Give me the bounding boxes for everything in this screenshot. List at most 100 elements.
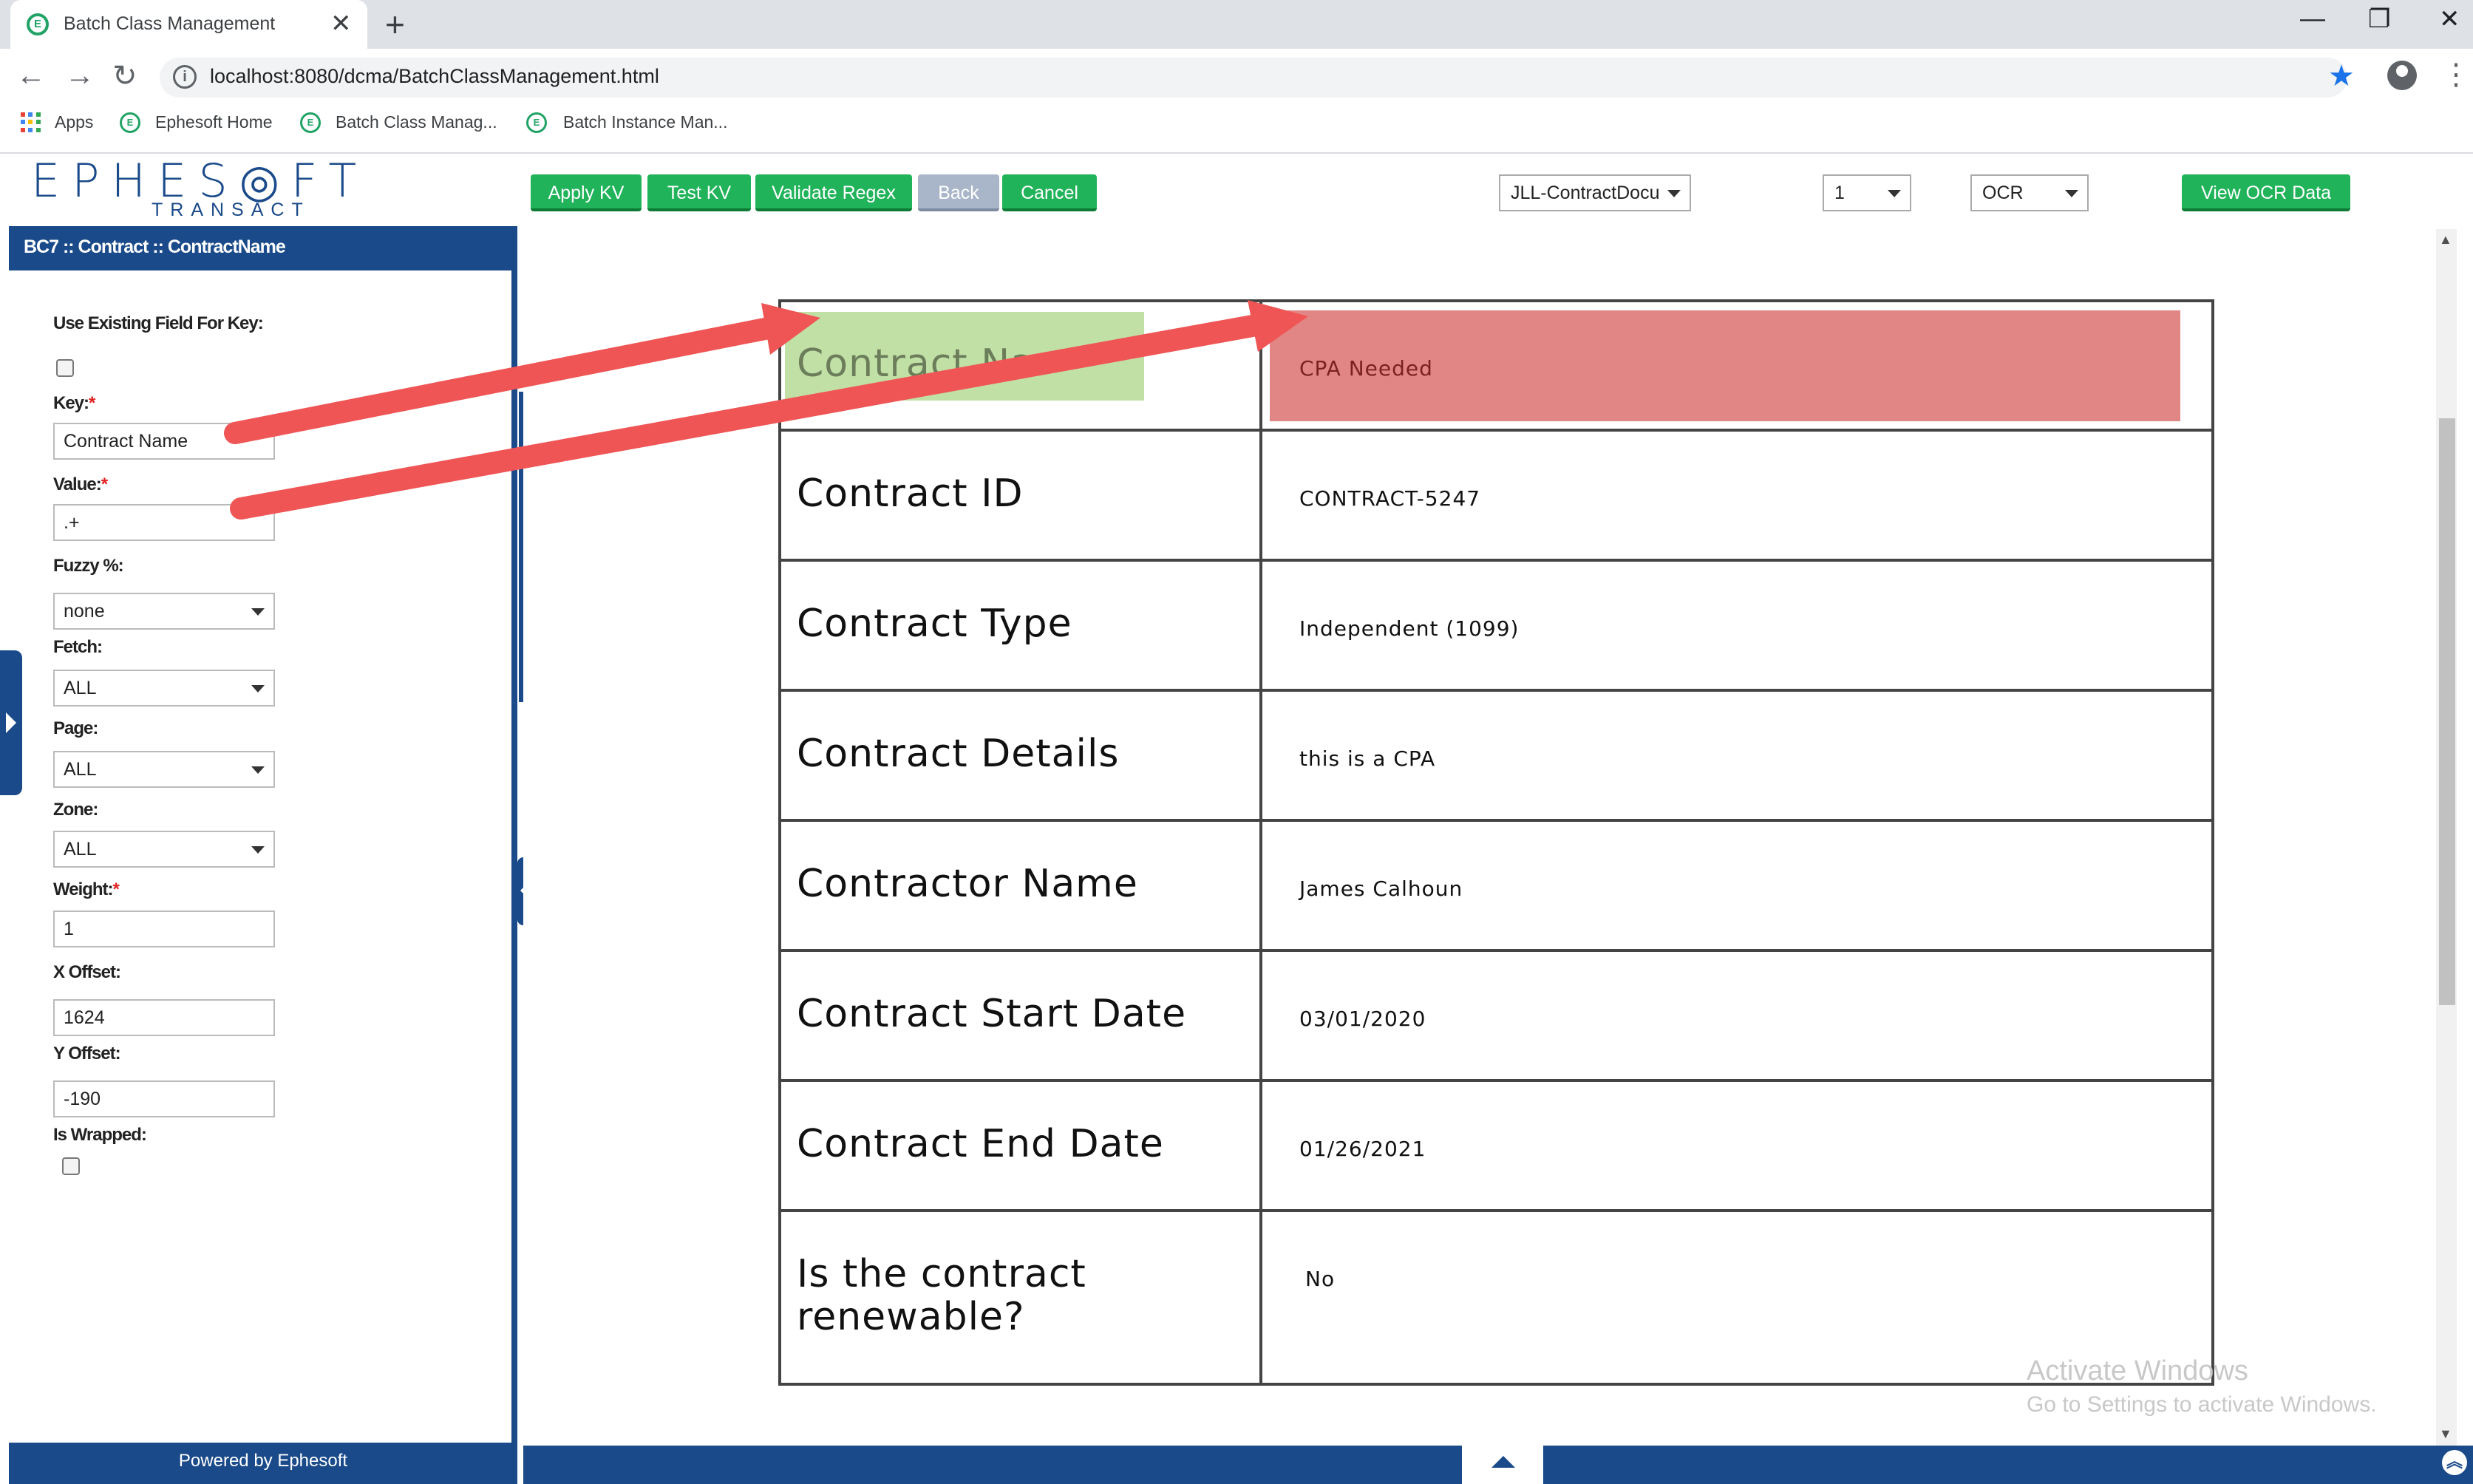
table-row-key: Contract Start Date (797, 992, 1187, 1036)
page-value: ALL (64, 759, 97, 780)
chevron-down-icon (2065, 190, 2078, 197)
apps-grid-icon[interactable] (21, 112, 41, 133)
account-icon[interactable] (2387, 61, 2417, 90)
table-row-value: No (1305, 1267, 1336, 1291)
bookmark-star-icon[interactable]: ★ (2328, 59, 2355, 93)
back-button[interactable]: Back (918, 174, 999, 211)
chevron-down-icon (251, 685, 265, 692)
page-select[interactable]: ALL (53, 751, 275, 788)
fuzzy-value: none (64, 601, 105, 622)
back-arrow-icon[interactable]: ← (16, 59, 46, 92)
yoffset-input[interactable]: -190 (53, 1080, 275, 1117)
reload-icon[interactable]: ↻ (112, 59, 137, 93)
fuzzy-label: Fuzzy %: (53, 556, 124, 576)
table-row-value: CONTRACT-5247 (1299, 486, 1481, 511)
table-row-key: Contract Details (797, 732, 1120, 776)
apply-kv-button[interactable]: Apply KV (531, 174, 642, 211)
table-row-key: Contract Na (797, 341, 1035, 386)
ephesoft-bookmark-icon: E (300, 112, 321, 133)
bookmark-batch-instance[interactable]: Batch Instance Man... (563, 112, 727, 132)
table-row-divider (778, 819, 2214, 822)
xoffset-label: X Offset: (53, 962, 121, 982)
weight-input[interactable]: 1 (53, 911, 275, 947)
minimize-button[interactable]: — (2300, 4, 2325, 33)
tab-title: Batch Class Management (64, 13, 276, 34)
scroll-down-icon[interactable]: ▼ (2439, 1426, 2452, 1442)
fetch-value: ALL (64, 678, 97, 698)
table-row-value: Independent (1099) (1299, 616, 1520, 641)
table-row-value: this is a CPA (1299, 746, 1436, 771)
cancel-button[interactable]: Cancel (1002, 174, 1097, 211)
table-row-value: James Calhoun (1299, 877, 1463, 901)
fetch-label: Fetch: (53, 637, 103, 657)
page-number-value: 1 (1834, 183, 1845, 203)
weight-label: Weight:* (53, 879, 120, 899)
table-row-value: CPA Needed (1299, 356, 1433, 381)
scroll-up-icon[interactable]: ▲ (2439, 232, 2452, 248)
restore-button[interactable]: ❐ (2368, 4, 2390, 34)
expand-left-tab[interactable] (0, 650, 22, 795)
value-input[interactable]: .+ (53, 504, 275, 541)
table-row-key: Contract ID (797, 472, 1024, 516)
ephesoft-favicon-icon: E (27, 13, 49, 35)
table-row-divider (778, 1209, 2214, 1212)
ephesoft-bookmark-icon: E (526, 112, 547, 133)
chevron-down-icon (251, 608, 265, 616)
zone-label: Zone: (53, 800, 98, 820)
url-text[interactable]: localhost:8080/dcma/BatchClassManagement… (210, 65, 659, 88)
use-existing-label: Use Existing Field For Key: (53, 313, 264, 333)
test-kv-button[interactable]: Test KV (647, 174, 751, 211)
mode-select[interactable]: OCR (1970, 174, 2089, 211)
fuzzy-select[interactable]: none (53, 593, 275, 630)
document-table (778, 299, 2214, 1386)
scrollbar-thumb[interactable] (2439, 418, 2455, 1005)
key-input[interactable]: Contract Name (53, 423, 275, 460)
bookmark-apps[interactable]: Apps (55, 112, 93, 132)
window-close-button[interactable]: ✕ (2439, 4, 2460, 34)
document-type-value: JLL-ContractDocu (1511, 183, 1660, 203)
page-number-select[interactable]: 1 (1823, 174, 1911, 211)
table-row-key: Contract End Date (797, 1122, 1164, 1166)
table-row-divider (778, 949, 2214, 952)
tab-close-icon[interactable]: ✕ (330, 9, 352, 38)
new-tab-button[interactable]: + (385, 4, 405, 44)
activation-watermark-title: Activate Windows (2027, 1355, 2248, 1386)
logo-subtitle: TRANSACT (152, 200, 310, 220)
site-info-icon[interactable]: i (173, 65, 197, 89)
panel-title: BC7 :: Contract :: ContractName (9, 226, 517, 270)
wrapped-checkbox[interactable] (62, 1157, 80, 1175)
chevron-down-icon (251, 766, 265, 774)
table-row-divider (778, 559, 2214, 562)
use-existing-checkbox[interactable] (56, 359, 74, 377)
page-label: Page: (53, 718, 98, 738)
validate-regex-button[interactable]: Validate Regex (755, 174, 912, 211)
key-label: Key:* (53, 393, 95, 413)
panel-footer: Powered by Ephesoft (9, 1443, 517, 1484)
document-type-select[interactable]: JLL-ContractDocu (1499, 174, 1691, 211)
table-row-key: Contract Type (797, 602, 1072, 646)
activation-watermark-text: Go to Settings to activate Windows. (2027, 1392, 2377, 1417)
bookmark-ephesoft-home[interactable]: Ephesoft Home (155, 112, 273, 132)
zone-value: ALL (64, 839, 97, 860)
table-row-value: 01/26/2021 (1299, 1137, 1426, 1161)
mode-value: OCR (1982, 183, 2024, 203)
browser-tabstrip (0, 0, 2473, 49)
chevron-down-icon (251, 846, 265, 854)
expand-bottom-toggle[interactable] (1462, 1446, 1543, 1484)
table-row-divider (778, 689, 2214, 692)
forward-arrow-icon[interactable]: → (65, 59, 95, 92)
double-chevron-up-icon[interactable]: ︽ (2442, 1450, 2467, 1475)
table-row-key-line2: renewable? (797, 1295, 1025, 1339)
yoffset-label: Y Offset: (53, 1044, 121, 1063)
ephesoft-bookmark-icon: E (120, 112, 140, 133)
bookmark-batch-class[interactable]: Batch Class Manag... (336, 112, 497, 132)
xoffset-input[interactable]: 1624 (53, 999, 275, 1036)
table-column-divider (1259, 299, 1262, 1386)
zone-select[interactable]: ALL (53, 831, 275, 868)
table-row-key: Is the contract (797, 1252, 1086, 1296)
wrapped-label: Is Wrapped: (53, 1125, 147, 1145)
chevron-down-icon (1667, 190, 1681, 197)
view-ocr-data-button[interactable]: View OCR Data (2182, 174, 2350, 211)
fetch-select[interactable]: ALL (53, 670, 275, 707)
browser-menu-icon[interactable]: ⋮ (2441, 58, 2471, 92)
